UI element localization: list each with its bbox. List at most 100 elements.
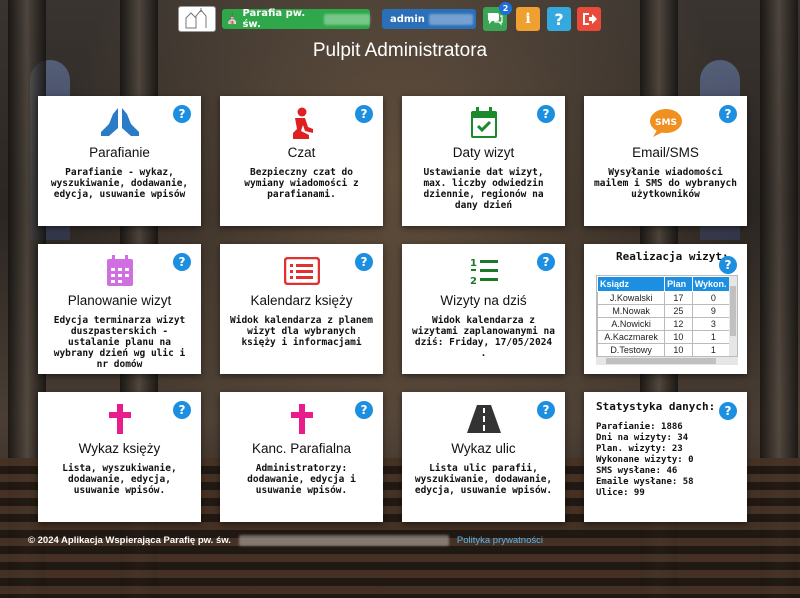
svg-text:SMS: SMS <box>655 118 677 128</box>
card-title: Daty wizyt <box>452 145 515 160</box>
praying-person-icon <box>220 105 383 141</box>
card-description: Ustawianie dat wizyt, max. liczby odwied… <box>423 167 544 211</box>
card-daty-wizyt[interactable]: ? Daty wizyt Ustawianie dat wizyt, max. … <box>402 96 565 226</box>
numbered-list-icon: 1 2 <box>402 253 565 289</box>
card-title: Kanc. Parafialna <box>251 441 352 456</box>
stat-line: Dni na wizyty: 34 <box>596 433 689 443</box>
card-czat[interactable]: ? Czat Bezpieczny czat do wymiany wiadom… <box>220 96 383 226</box>
card-wizyty-na-dzis[interactable]: ? 1 2 Wizyty na dziś Widok kalendarza z … <box>402 244 565 374</box>
card-title: Email/SMS <box>632 145 699 160</box>
card-title: Kalendarz księży <box>250 293 353 308</box>
horizontal-scrollbar[interactable] <box>596 357 738 365</box>
table-row: J.Kowalski 17 0 <box>597 291 736 305</box>
page-title: Pulpit Administratora <box>312 40 488 61</box>
card-title: Wizyty na dziś <box>440 293 527 308</box>
card-description: Widok kalendarza z wizytami zaplanowanym… <box>412 315 555 359</box>
help-icon[interactable]: ? <box>719 402 737 420</box>
stat-line: Emaile wysłane: 58 <box>596 477 694 487</box>
stat-line: Parafianie: 1886 <box>596 422 683 432</box>
admin-user-button[interactable]: admin <box>382 9 476 29</box>
card-description: Widok kalendarza z planem wizyt dla wybr… <box>230 315 373 348</box>
stat-line: Plan. wizyty: 23 <box>596 444 683 454</box>
card-description: Administratorzy: dodawanie, edycja i usu… <box>247 463 356 496</box>
footer-address-redacted <box>238 535 449 546</box>
top-bar: ⛪ Parafia pw. św. admin 2 i ? <box>0 2 800 32</box>
info-icon[interactable]: i <box>516 7 540 31</box>
help-icon[interactable]: ? <box>547 7 571 31</box>
column-header: Plan <box>664 276 693 292</box>
table-row: A.Kaczmarek 10 1 <box>597 330 736 344</box>
card-title: Parafianie <box>89 145 150 160</box>
column-header: Ksiądz <box>597 276 666 292</box>
cross-icon <box>220 401 383 437</box>
footer-copyright: © 2024 Aplikacja Wspierająca Parafię pw.… <box>28 535 231 546</box>
table-cell: A.Kaczmarek <box>597 330 666 344</box>
svg-text:2: 2 <box>470 276 477 287</box>
admin-label: admin <box>390 13 425 25</box>
help-glyph: ? <box>554 9 564 29</box>
sms-bubble-icon: SMS <box>584 105 747 141</box>
card-email-sms[interactable]: ? SMS Email/SMS Wysyłanie wiadomości mai… <box>584 96 747 226</box>
card-title: Planowanie wizyt <box>67 293 172 308</box>
statystyka-title: Statystyka danych: <box>596 400 716 413</box>
parish-label: Parafia pw. św. <box>242 8 306 30</box>
table-header-row: Ksiądz Plan Wykon. <box>597 276 736 292</box>
footer: © 2024 Aplikacja Wspierająca Parafię pw.… <box>28 535 788 546</box>
parish-name-redacted <box>324 13 370 25</box>
road-icon <box>402 401 565 437</box>
card-description: Bezpieczny czat do wymiany wiadomości z … <box>244 167 359 200</box>
info-glyph: i <box>525 11 531 27</box>
card-statystyka-danych: Statystyka danych: ? Parafianie: 1886 Dn… <box>584 392 747 522</box>
card-wykaz-ulic[interactable]: ? Wykaz ulic Lista ulic parafii, wyszuki… <box>402 392 565 522</box>
stat-line: SMS wysłane: 46 <box>596 466 678 476</box>
table-cell: A.Nowicki <box>597 317 666 331</box>
calendar-check-icon <box>402 105 565 141</box>
card-description: Wysyłanie wiadomości mailem i SMS do wyb… <box>594 167 737 200</box>
card-title: Czat <box>287 145 316 160</box>
card-title: Wykaz ulic <box>451 441 516 456</box>
table-cell: 10 <box>664 330 693 344</box>
table-row: M.Nowak 25 9 <box>597 304 736 318</box>
parish-button[interactable]: ⛪ Parafia pw. św. <box>222 8 370 30</box>
card-kalendarz-ksiezy[interactable]: ? Kalendarz księży Widok kalendarza z pl… <box>220 244 383 374</box>
table-cell: 25 <box>664 304 693 318</box>
cross-icon <box>38 401 201 437</box>
admin-name-redacted <box>428 13 473 25</box>
chat-icon[interactable]: 2 <box>483 2 512 31</box>
card-realizacja-wizyt: Realizacja wizyt: ? Ksiądz Plan Wykon. J… <box>584 244 747 374</box>
table-row: D.Testowy 10 1 <box>597 343 736 356</box>
realizacja-title: Realizacja wizyt: <box>616 250 729 263</box>
card-description: Parafianie - wykaz, wyszukiwanie, dodawa… <box>50 167 189 200</box>
church-logo-icon[interactable] <box>178 6 216 32</box>
table-cell: 10 <box>664 343 693 356</box>
table-cell: M.Nowak <box>597 304 666 318</box>
privacy-policy-link[interactable]: Polityka prywatności <box>457 535 543 546</box>
card-description: Lista ulic parafii, wyszukiwanie, dodawa… <box>414 463 553 496</box>
church-icon: ⛪ <box>226 13 239 25</box>
card-description: Edycja terminarza wizyt duszpasterskich … <box>53 315 186 370</box>
card-wykaz-ksiezy[interactable]: ? Wykaz księży Lista, wyszukiwanie, doda… <box>38 392 201 522</box>
list-icon <box>220 253 383 289</box>
praying-hands-icon <box>38 105 201 141</box>
card-parafianie[interactable]: ? Parafianie Parafianie - wykaz, wyszuki… <box>38 96 201 226</box>
table-cell: 17 <box>664 291 693 305</box>
card-title: Wykaz księży <box>78 441 161 456</box>
stat-line: Ulice: 99 <box>596 488 645 498</box>
calendar-icon <box>38 253 201 289</box>
realizacja-table-container[interactable]: Ksiądz Plan Wykon. J.Kowalski 17 0 M.Now… <box>596 275 738 357</box>
help-icon[interactable]: ? <box>719 256 737 274</box>
svg-text:1: 1 <box>470 258 477 269</box>
statystyka-list: Parafianie: 1886 Dni na wizyty: 34 Plan.… <box>596 422 694 499</box>
table-row: A.Nowicki 12 3 <box>597 317 736 331</box>
chat-badge: 2 <box>499 2 512 15</box>
card-kanc-parafialna[interactable]: ? Kanc. Parafialna Administratorzy: doda… <box>220 392 383 522</box>
card-description: Lista, wyszukiwanie, dodawanie, edycja, … <box>62 463 177 496</box>
stat-line: Wykonane wizyty: 0 <box>596 455 694 465</box>
table-cell: 12 <box>664 317 693 331</box>
table-cell: J.Kowalski <box>597 291 666 305</box>
realizacja-table: Ksiądz Plan Wykon. J.Kowalski 17 0 M.Now… <box>597 276 736 356</box>
vertical-scrollbar[interactable] <box>729 276 737 356</box>
logout-icon[interactable] <box>577 7 601 31</box>
card-planowanie-wizyt[interactable]: ? Planowanie wizyt Edycja terminarza wiz… <box>38 244 201 374</box>
table-cell: D.Testowy <box>597 343 666 356</box>
